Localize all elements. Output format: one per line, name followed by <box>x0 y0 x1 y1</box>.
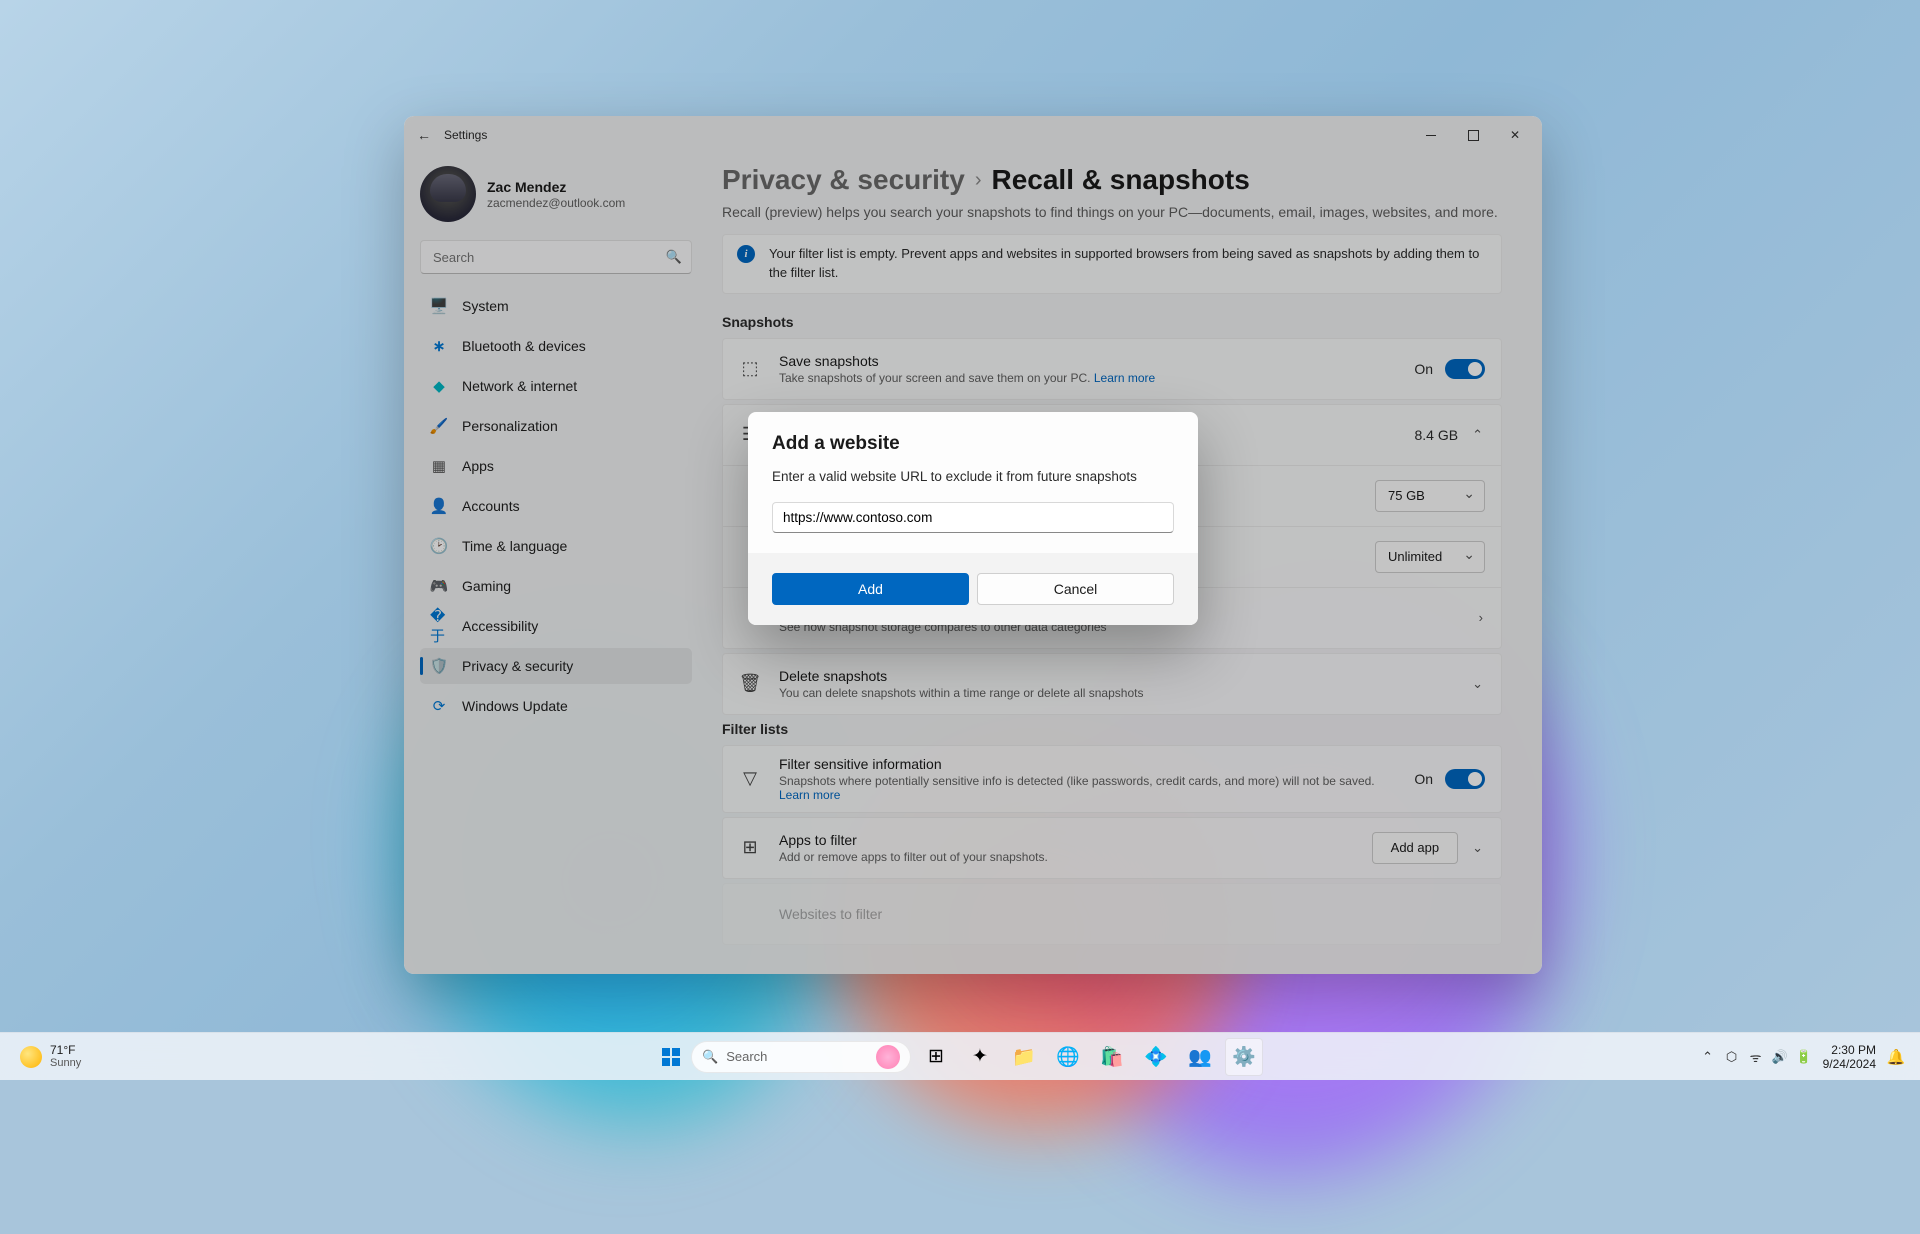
cancel-button[interactable]: Cancel <box>977 573 1174 605</box>
taskbar: 71°F Sunny 🔍 Search ⊞ ✦ 📁 🌐 🛍️ 💠 👥 ⚙️ ⌃ … <box>0 1032 1920 1080</box>
explorer-button[interactable]: 📁 <box>1005 1038 1043 1076</box>
tray-chevron[interactable]: ⌃ <box>1697 1042 1719 1072</box>
settings-window: ← Settings Zac Mendez zacmendez@outlook.… <box>404 116 1542 974</box>
add-website-dialog: Add a website Enter a valid website URL … <box>748 412 1198 625</box>
dialog-description: Enter a valid website URL to exclude it … <box>772 469 1174 484</box>
modal-overlay: Add a website Enter a valid website URL … <box>404 116 1542 974</box>
dialog-title: Add a website <box>772 433 1174 455</box>
windows-logo-icon <box>662 1048 680 1066</box>
copilot-button[interactable]: ✦ <box>961 1038 999 1076</box>
tray-misc-icon[interactable]: ⬡ <box>1721 1042 1743 1072</box>
taskbar-clock[interactable]: 2:30 PM 9/24/2024 <box>1817 1043 1882 1071</box>
teams-button[interactable]: 👥 <box>1181 1038 1219 1076</box>
website-url-input[interactable] <box>772 502 1174 533</box>
start-button[interactable] <box>657 1043 685 1071</box>
sun-icon <box>20 1046 42 1068</box>
store-button[interactable]: 🛍️ <box>1093 1038 1131 1076</box>
settings-button[interactable]: ⚙️ <box>1225 1038 1263 1076</box>
tray-battery-icon[interactable]: 🔋 <box>1793 1042 1815 1072</box>
weather-widget[interactable]: 71°F Sunny <box>12 1040 89 1073</box>
tray-volume-icon[interactable]: 🔊 <box>1769 1042 1791 1072</box>
search-highlight-icon <box>876 1045 900 1069</box>
notifications-button[interactable]: 🔔 <box>1884 1042 1908 1072</box>
taskbar-search[interactable]: 🔍 Search <box>691 1041 911 1073</box>
add-button[interactable]: Add <box>772 573 969 605</box>
tray-wifi-icon[interactable]: ᯤ <box>1745 1042 1767 1072</box>
search-icon: 🔍 <box>702 1049 718 1065</box>
edge-button[interactable]: 🌐 <box>1049 1038 1087 1076</box>
chat-button[interactable]: 💠 <box>1137 1038 1175 1076</box>
task-view-button[interactable]: ⊞ <box>917 1038 955 1076</box>
